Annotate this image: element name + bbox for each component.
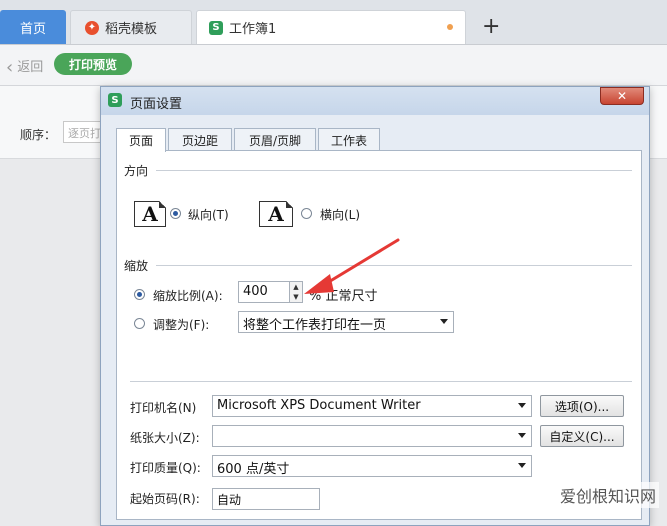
- portrait-radio[interactable]: [170, 208, 181, 219]
- tab-header-footer[interactable]: 页眉/页脚: [234, 128, 316, 151]
- printer-divider: [130, 381, 632, 382]
- start-page-label: 起始页码(R):: [130, 492, 200, 506]
- tab-sheet[interactable]: 工作表: [318, 128, 380, 151]
- chevron-left-icon: ‹: [6, 57, 14, 78]
- fit-to-radio[interactable]: [134, 318, 145, 329]
- scale-label: 缩放: [124, 259, 149, 273]
- print-quality-value: 600 点/英寸: [217, 462, 290, 477]
- paper-size-label: 纸张大小(Z):: [130, 431, 200, 445]
- paper-size-select[interactable]: [212, 425, 532, 447]
- chevron-down-icon: [518, 403, 526, 408]
- annotation-arrow-icon: [304, 238, 400, 294]
- scale-ratio-radio[interactable]: [134, 289, 145, 300]
- watermark-text: 爱创根知识网: [556, 482, 659, 508]
- printer-select[interactable]: Microsoft XPS Document Writer: [212, 395, 532, 417]
- scale-ratio-label[interactable]: 缩放比例(A):: [153, 287, 223, 304]
- tab-workbook[interactable]: S 工作簿1: [196, 10, 466, 44]
- tab-workbook-label: 工作簿1: [229, 22, 277, 37]
- tab-margins[interactable]: 页边距: [168, 128, 232, 151]
- fit-to-select[interactable]: 将整个工作表打印在一页: [238, 311, 454, 333]
- dialog-titlebar[interactable]: [101, 87, 649, 115]
- chevron-down-icon: [440, 319, 448, 324]
- dialog-title: 页面设置: [130, 97, 183, 112]
- tab-template[interactable]: ✦ 稻壳模板: [70, 10, 192, 44]
- print-quality-label: 打印质量(Q):: [130, 461, 201, 475]
- custom-size-button[interactable]: 自定义(C)...: [540, 425, 624, 447]
- orientation-label: 方向: [124, 164, 149, 178]
- portrait-page-icon: A: [134, 201, 166, 227]
- tab-template-label: 稻壳模板: [105, 22, 158, 37]
- landscape-label[interactable]: 横向(L): [320, 206, 360, 223]
- options-button[interactable]: 选项(O)...: [540, 395, 624, 417]
- order-label: 顺序：: [20, 128, 57, 142]
- landscape-radio[interactable]: [301, 208, 312, 219]
- docer-logo-icon: ✦: [85, 20, 99, 35]
- printer-label: 打印机名(N): [130, 401, 197, 415]
- back-button[interactable]: ‹ 返回: [6, 56, 43, 78]
- landscape-page-icon: A: [259, 201, 293, 227]
- fit-to-value: 将整个工作表打印在一页: [243, 318, 387, 333]
- close-button[interactable]: ✕: [600, 87, 644, 105]
- tab-home-label: 首页: [19, 21, 46, 37]
- printer-value: Microsoft XPS Document Writer: [217, 398, 421, 413]
- fit-to-label[interactable]: 调整为(F):: [153, 316, 209, 333]
- order-select[interactable]: 逐页打: [63, 121, 103, 143]
- orientation-divider: [156, 170, 632, 171]
- unsaved-dot-icon: [447, 24, 453, 30]
- chevron-down-icon: [518, 433, 526, 438]
- back-label: 返回: [17, 60, 44, 75]
- print-quality-select[interactable]: 600 点/英寸: [212, 455, 532, 477]
- tab-home[interactable]: 首页: [0, 10, 66, 44]
- print-preview-button[interactable]: 打印预览: [54, 53, 132, 75]
- chevron-down-icon: [518, 463, 526, 468]
- spreadsheet-logo-icon: S: [108, 93, 122, 107]
- new-tab-button[interactable]: +: [482, 14, 500, 39]
- tab-page[interactable]: 页面: [116, 128, 166, 152]
- scale-ratio-input[interactable]: 400: [238, 281, 290, 303]
- start-page-input[interactable]: 自动: [212, 488, 320, 510]
- portrait-label[interactable]: 纵向(T): [188, 206, 229, 223]
- spreadsheet-logo-icon: S: [209, 20, 223, 35]
